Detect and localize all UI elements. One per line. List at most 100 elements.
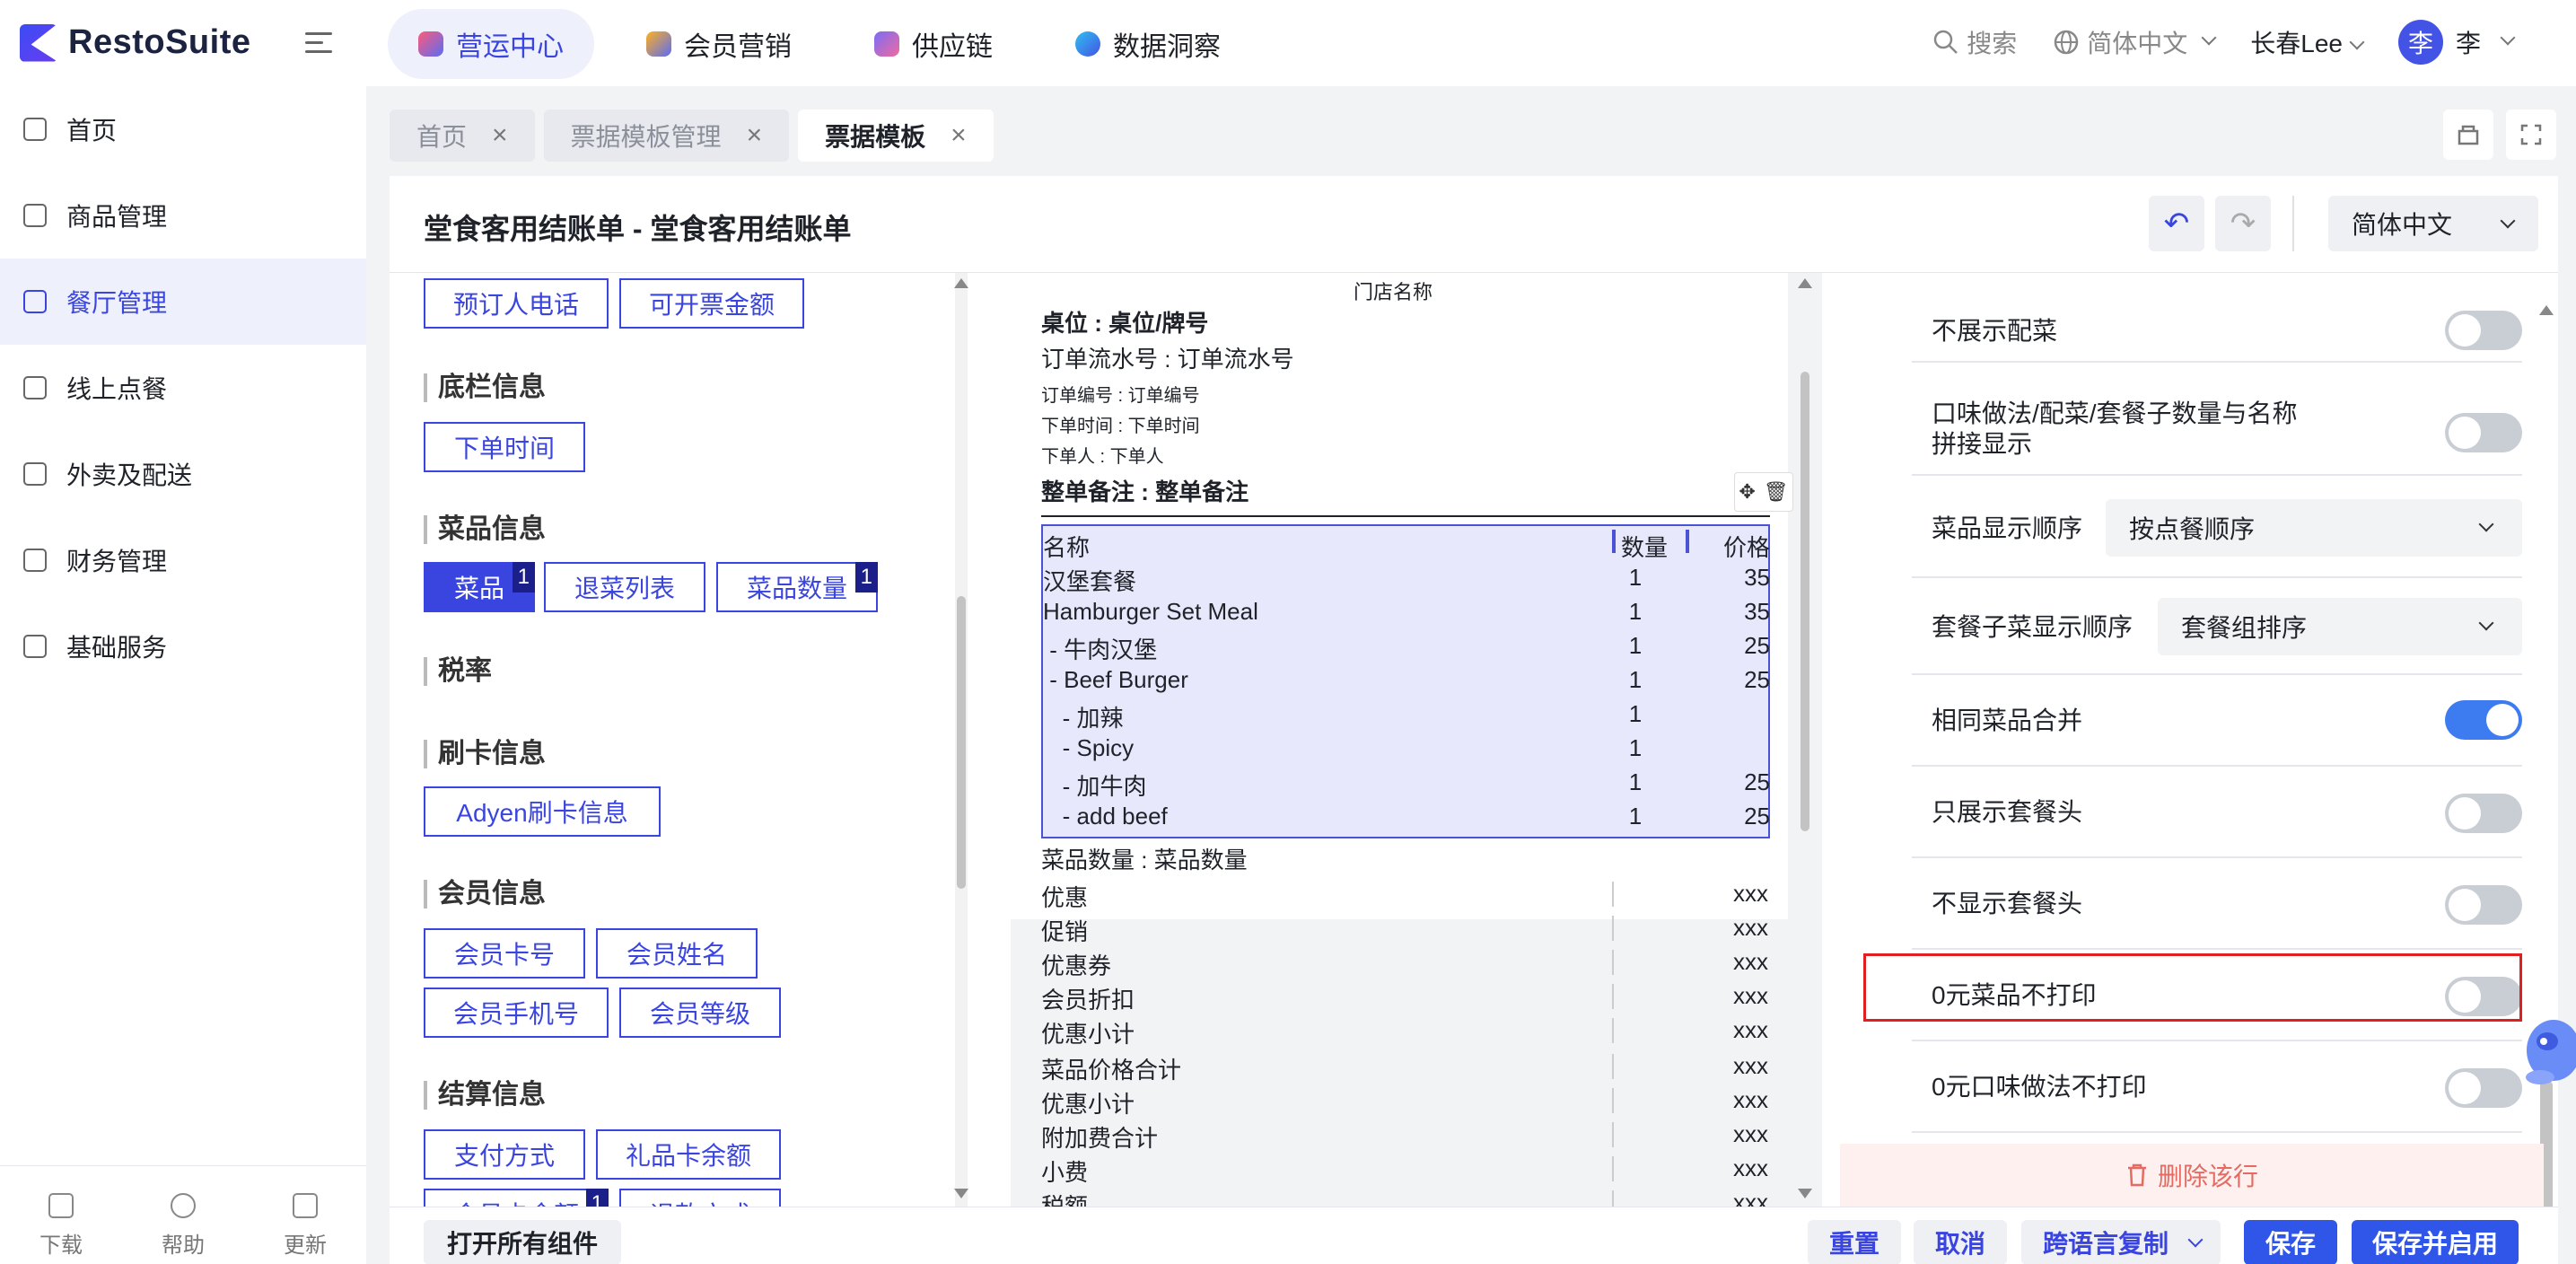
dish-count-line[interactable]: 菜品数量 : 菜品数量 bbox=[1041, 842, 1248, 875]
component-chip[interactable]: 会员姓名 bbox=[596, 928, 758, 979]
undo-button[interactable]: ↶ bbox=[2149, 196, 2204, 251]
assistant-mascot-icon[interactable] bbox=[2513, 1005, 2576, 1095]
toggle-merge-same-dish[interactable] bbox=[2445, 700, 2522, 740]
store-icon[interactable] bbox=[2443, 110, 2493, 160]
delivery-icon bbox=[23, 462, 47, 486]
summary-row[interactable]: 优惠 xxx bbox=[1041, 876, 1770, 911]
move-icon[interactable]: ✥ bbox=[1739, 480, 1755, 504]
scroll-up-icon[interactable] bbox=[1798, 278, 1812, 288]
receipt-serial[interactable]: 订单流水号 : 订单流水号 bbox=[1041, 341, 1294, 374]
receipt-remark[interactable]: 整单备注 : 整单备注 bbox=[1041, 474, 1249, 507]
toggle-zero-flavor-no-print[interactable] bbox=[2445, 1068, 2522, 1108]
download-button[interactable]: 下载 bbox=[39, 1193, 83, 1264]
sidebar-item-delivery[interactable]: 外卖及配送 bbox=[0, 431, 366, 517]
tab-home[interactable]: 首页 × bbox=[390, 110, 535, 162]
update-button[interactable]: 更新 bbox=[284, 1193, 327, 1264]
sidebar-item-online-order[interactable]: 线上点餐 bbox=[0, 345, 366, 431]
component-chip[interactable]: Adyen刷卡信息 bbox=[424, 786, 661, 837]
dish-items-block[interactable]: 名称 数量 价格 汉堡套餐 1 35 Hamburger Set Meal 1 35 -… bbox=[1041, 524, 1770, 838]
component-chip[interactable]: 会员卡号 bbox=[424, 928, 585, 979]
user-menu[interactable]: 李 李 bbox=[2397, 20, 2516, 65]
scroll-down-icon[interactable] bbox=[1798, 1189, 1812, 1198]
save-button[interactable]: 保存 bbox=[2244, 1220, 2337, 1264]
component-chip[interactable]: 退款方式 bbox=[619, 1189, 781, 1207]
summary-row[interactable]: 税额 xxx bbox=[1041, 1185, 1770, 1207]
delete-icon[interactable]: 🗑 bbox=[1764, 480, 1789, 504]
template-language-select[interactable]: 简体中文 bbox=[2328, 196, 2538, 251]
help-button[interactable]: 帮助 bbox=[162, 1193, 205, 1264]
component-chip-dish[interactable]: 菜品 1 bbox=[424, 562, 535, 612]
scrollbar-thumb[interactable] bbox=[1801, 372, 1809, 831]
toggle-hide-side-dish[interactable] bbox=[2445, 311, 2522, 350]
component-chip[interactable]: 会员等级 bbox=[619, 988, 781, 1038]
summary-row[interactable]: 优惠小计 xxx bbox=[1041, 1083, 1770, 1118]
nav-data-insight[interactable]: 数据洞察 bbox=[1045, 9, 1251, 79]
store-name[interactable]: 门店名称 bbox=[1354, 276, 1433, 305]
component-chip-dish-count[interactable]: 菜品数量 1 bbox=[716, 562, 878, 612]
summary-row[interactable]: 会员折扣 xxx bbox=[1041, 979, 1770, 1014]
toggle-only-combo-head[interactable] bbox=[2445, 794, 2522, 833]
nav-supply-chain[interactable]: 供应链 bbox=[844, 9, 1023, 79]
component-chip[interactable]: 预订人电话 bbox=[424, 278, 609, 329]
delete-row-button[interactable]: 删除该行 bbox=[1840, 1144, 2544, 1207]
logo[interactable]: RestoSuite bbox=[20, 23, 250, 62]
tab-receipt-template[interactable]: 票据模板 × bbox=[798, 110, 994, 162]
receipt-orderer[interactable]: 下单人 : 下单人 bbox=[1041, 442, 1164, 468]
language-switch[interactable]: 简体中文 bbox=[2053, 24, 2217, 60]
setting-label: 菜品显示顺序 bbox=[1932, 514, 2083, 542]
toggle-join-display[interactable] bbox=[2445, 413, 2522, 452]
tab-template-management[interactable]: 票据模板管理 × bbox=[543, 110, 790, 162]
close-icon[interactable]: × bbox=[747, 120, 763, 151]
redo-button[interactable]: ↷ bbox=[2215, 196, 2271, 251]
scrollbar-thumb[interactable] bbox=[957, 596, 966, 889]
summary-value: xxx bbox=[1733, 880, 1768, 907]
store-switch[interactable]: 长春Lee bbox=[2250, 24, 2365, 60]
component-chip[interactable]: 礼品卡余额 bbox=[596, 1129, 781, 1180]
scroll-down-icon[interactable] bbox=[954, 1189, 968, 1198]
combo-sub-order-select[interactable]: 套餐组排序 bbox=[2158, 598, 2522, 655]
component-scrollbar[interactable] bbox=[954, 273, 968, 1207]
receipt-table[interactable]: 桌位 : 桌位/牌号 bbox=[1041, 305, 1208, 338]
dish-order-select[interactable]: 按点餐顺序 bbox=[2106, 499, 2522, 557]
scroll-up-icon[interactable] bbox=[2539, 305, 2554, 315]
item-name: 汉堡套餐 bbox=[1043, 568, 1137, 595]
search-button[interactable]: 搜索 bbox=[1932, 24, 2017, 60]
tab-tools bbox=[2443, 110, 2556, 160]
receipt-order-time[interactable]: 下单时间 : 下单时间 bbox=[1041, 411, 1200, 437]
toggle-hide-combo-head[interactable] bbox=[2445, 885, 2522, 925]
component-chip[interactable]: 会员手机号 bbox=[424, 988, 609, 1038]
summary-row[interactable]: 小费 xxx bbox=[1041, 1151, 1770, 1186]
component-chip[interactable]: 支付方式 bbox=[424, 1129, 585, 1180]
nav-member-marketing[interactable]: 会员营销 bbox=[616, 9, 822, 79]
open-all-components-button[interactable]: 打开所有组件 bbox=[424, 1220, 622, 1264]
summary-row[interactable]: 优惠小计 xxx bbox=[1041, 1013, 1770, 1048]
close-icon[interactable]: × bbox=[492, 120, 508, 151]
preview-scrollbar[interactable] bbox=[1798, 273, 1812, 1207]
sidebar-item-home[interactable]: 首页 bbox=[0, 86, 366, 172]
sidebar-item-restaurant[interactable]: 餐厅管理 bbox=[0, 259, 366, 345]
fullscreen-icon[interactable] bbox=[2506, 110, 2556, 160]
sidebar-item-basic-service[interactable]: 基础服务 bbox=[0, 603, 366, 689]
summary-row[interactable]: 优惠券 xxx bbox=[1041, 944, 1770, 979]
summary-row[interactable]: 促销 xxx bbox=[1041, 910, 1770, 945]
summary-row[interactable]: 附加费合计 xxx bbox=[1041, 1117, 1770, 1152]
summary-row[interactable]: 菜品价格合计 xxx bbox=[1041, 1049, 1770, 1084]
component-chip[interactable]: 会员卡余额 1 bbox=[424, 1189, 609, 1207]
scroll-up-icon[interactable] bbox=[954, 278, 968, 288]
cross-language-copy-button[interactable]: 跨语言复制 bbox=[2021, 1220, 2221, 1264]
divider bbox=[1612, 882, 1614, 907]
component-chip[interactable]: 下单时间 bbox=[424, 422, 585, 472]
sidebar: 首页 商品管理 餐厅管理 线上点餐 外卖及配送 财务管理 基础服务 下载 帮助 … bbox=[0, 86, 366, 1264]
cancel-button[interactable]: 取消 bbox=[1914, 1220, 2007, 1264]
sidebar-item-product[interactable]: 商品管理 bbox=[0, 172, 366, 259]
sidebar-item-finance[interactable]: 财务管理 bbox=[0, 517, 366, 603]
menu-collapse-icon[interactable] bbox=[305, 29, 336, 56]
nav-operations[interactable]: 营运中心 bbox=[388, 9, 594, 79]
count-badge: 1 bbox=[512, 562, 535, 592]
save-and-enable-button[interactable]: 保存并启用 bbox=[2352, 1220, 2519, 1264]
reset-button[interactable]: 重置 bbox=[1808, 1220, 1901, 1264]
close-icon[interactable]: × bbox=[951, 120, 967, 151]
component-chip[interactable]: 可开票金额 bbox=[619, 278, 804, 329]
component-chip-return-list[interactable]: 退菜列表 bbox=[544, 562, 705, 612]
receipt-order-no[interactable]: 订单编号 : 订单编号 bbox=[1041, 381, 1200, 407]
